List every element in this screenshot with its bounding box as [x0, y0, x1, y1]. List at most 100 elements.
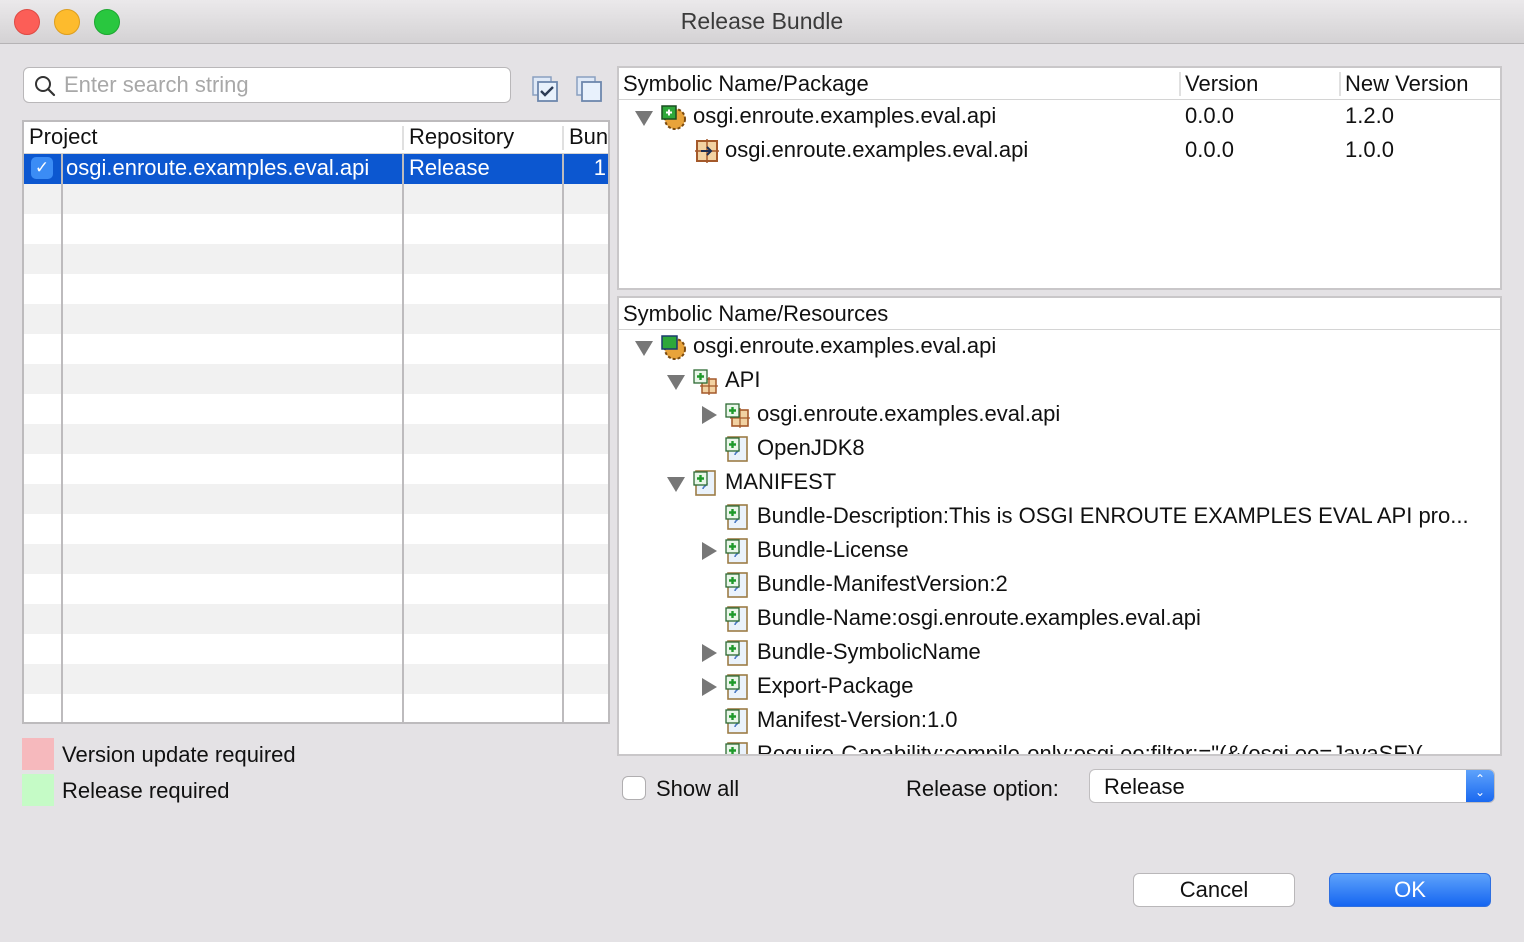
collapse-toggle-icon[interactable]	[667, 477, 685, 492]
bundles-cell: 1	[593, 155, 606, 180]
tree-row[interactable]: osgi.enroute.examples.eval.api 0.0.0 1.2…	[619, 100, 1500, 134]
release-required-legend-label: Release required	[62, 778, 230, 803]
empty-table-row	[24, 694, 608, 722]
tree-row-label: MANIFEST	[725, 469, 837, 494]
file-icon	[725, 674, 748, 700]
package-icon	[695, 139, 719, 163]
column-header-symbolic-name[interactable]: Symbolic Name/Package	[623, 71, 869, 97]
file-icon	[725, 742, 748, 754]
tree-row[interactable]: API	[619, 364, 1500, 398]
tree-row[interactable]: osgi.enroute.examples.eval.api	[619, 398, 1500, 432]
cancel-button[interactable]: Cancel	[1133, 873, 1295, 907]
empty-table-row	[24, 424, 608, 454]
file-icon	[725, 504, 748, 530]
bundle-icon	[661, 335, 686, 360]
column-header-version[interactable]: Version	[1185, 71, 1258, 97]
tree-row-label: Export-Package	[757, 673, 914, 698]
empty-table-row	[24, 334, 608, 364]
tree-row[interactable]: Require-Capability:compile-only;osgi.ee;…	[619, 738, 1500, 754]
tree-row[interactable]: Export-Package	[619, 670, 1500, 704]
version-cell: 0.0.0	[1185, 103, 1234, 128]
new-version-cell: 1.2.0	[1345, 103, 1394, 128]
version-update-swatch	[22, 738, 54, 770]
tree-row[interactable]: Bundle-Name:osgi.enroute.examples.eval.a…	[619, 602, 1500, 636]
tree-row[interactable]: OpenJDK8	[619, 432, 1500, 466]
select-stepper-icon: ⌃ ⌄	[1466, 770, 1494, 802]
empty-table-row	[24, 544, 608, 574]
tree-row[interactable]: Bundle-License	[619, 534, 1500, 568]
tree-row-label: osgi.enroute.examples.eval.api	[757, 401, 1061, 426]
version-update-legend-label: Version update required	[62, 742, 296, 767]
tree-row[interactable]: Bundle-Description:This is OSGI ENROUTE …	[619, 500, 1500, 534]
empty-table-row	[24, 184, 608, 214]
search-input[interactable]	[62, 70, 502, 100]
uncheck-all-icon[interactable]	[575, 75, 603, 103]
file-icon	[725, 538, 748, 564]
collapse-toggle-icon[interactable]	[635, 111, 653, 126]
empty-table-row	[24, 364, 608, 394]
show-all-checkbox[interactable]	[622, 776, 646, 800]
file-icon	[725, 436, 748, 462]
file-icon	[725, 708, 748, 734]
row-checkbox[interactable]: ✓	[31, 157, 53, 179]
empty-table-row	[24, 604, 608, 634]
column-header-project[interactable]: Project	[29, 124, 97, 150]
empty-table-row	[24, 214, 608, 244]
empty-table-row	[24, 664, 608, 694]
empty-table-row	[24, 274, 608, 304]
package-tree-table: Symbolic Name/Package Version New Versio…	[617, 66, 1502, 290]
file-icon	[725, 572, 748, 598]
search-field[interactable]	[23, 67, 511, 103]
release-option-select[interactable]: Release ⌃ ⌄	[1089, 769, 1495, 803]
ok-button[interactable]: OK	[1329, 873, 1491, 907]
tree-row-label: API	[725, 367, 761, 392]
tree-row[interactable]: Bundle-SymbolicName	[619, 636, 1500, 670]
version-cell: 0.0.0	[1185, 137, 1234, 162]
empty-table-row	[24, 304, 608, 334]
tree-row[interactable]: osgi.enroute.examples.eval.api	[619, 330, 1500, 364]
release-option-value: Release	[1104, 774, 1185, 799]
package-icon	[725, 403, 750, 428]
collapse-toggle-icon[interactable]	[667, 375, 685, 390]
expand-toggle-icon[interactable]	[702, 644, 717, 662]
tree-row-label: Bundle-Name:osgi.enroute.examples.eval.a…	[757, 605, 1201, 630]
tree-row-label: Bundle-Description:This is OSGI ENROUTE …	[757, 503, 1469, 528]
empty-table-row	[24, 394, 608, 424]
empty-table-row	[24, 514, 608, 544]
expand-toggle-icon[interactable]	[702, 542, 717, 560]
show-all-label[interactable]: Show all	[656, 776, 739, 802]
table-row[interactable]: ✓ osgi.enroute.examples.eval.api Release…	[24, 154, 608, 184]
project-name-cell: osgi.enroute.examples.eval.api	[66, 155, 370, 180]
tree-row-label: osgi.enroute.examples.eval.api	[693, 103, 997, 128]
projects-table-header: Project Repository Bun	[24, 122, 608, 154]
empty-table-row	[24, 454, 608, 484]
column-header-new-version[interactable]: New Version	[1345, 71, 1469, 97]
collapse-toggle-icon[interactable]	[635, 341, 653, 356]
tree-row[interactable]: Manifest-Version:1.0	[619, 704, 1500, 738]
column-header-repository[interactable]: Repository	[409, 124, 514, 150]
column-divider	[562, 154, 564, 722]
expand-toggle-icon[interactable]	[702, 406, 717, 424]
resources-tree-header: Symbolic Name/Resources	[619, 298, 1500, 330]
package-tree-header: Symbolic Name/Package Version New Versio…	[619, 68, 1500, 100]
column-header-bundles[interactable]: Bun	[569, 124, 608, 150]
file-icon	[725, 606, 748, 632]
tree-row-label: OpenJDK8	[757, 435, 865, 460]
projects-table: Project Repository Bun ✓ osgi.enroute.ex…	[22, 120, 610, 724]
bundle-icon	[661, 105, 686, 130]
empty-table-row	[24, 244, 608, 274]
tree-row[interactable]: Bundle-ManifestVersion:2	[619, 568, 1500, 602]
check-all-icon[interactable]	[531, 75, 559, 103]
tree-row[interactable]: MANIFEST	[619, 466, 1500, 500]
tree-row[interactable]: osgi.enroute.examples.eval.api 0.0.0 1.0…	[619, 134, 1500, 168]
empty-table-row	[24, 484, 608, 514]
column-header-resources[interactable]: Symbolic Name/Resources	[623, 301, 888, 327]
projects-table-body: ✓ osgi.enroute.examples.eval.api Release…	[24, 154, 608, 722]
tree-row-label: osgi.enroute.examples.eval.api	[693, 333, 997, 358]
file-icon	[693, 470, 716, 496]
expand-toggle-icon[interactable]	[702, 678, 717, 696]
column-divider	[402, 154, 404, 722]
release-option-label: Release option:	[906, 776, 1059, 801]
empty-table-row	[24, 634, 608, 664]
window-title: Release Bundle	[680, 8, 844, 34]
